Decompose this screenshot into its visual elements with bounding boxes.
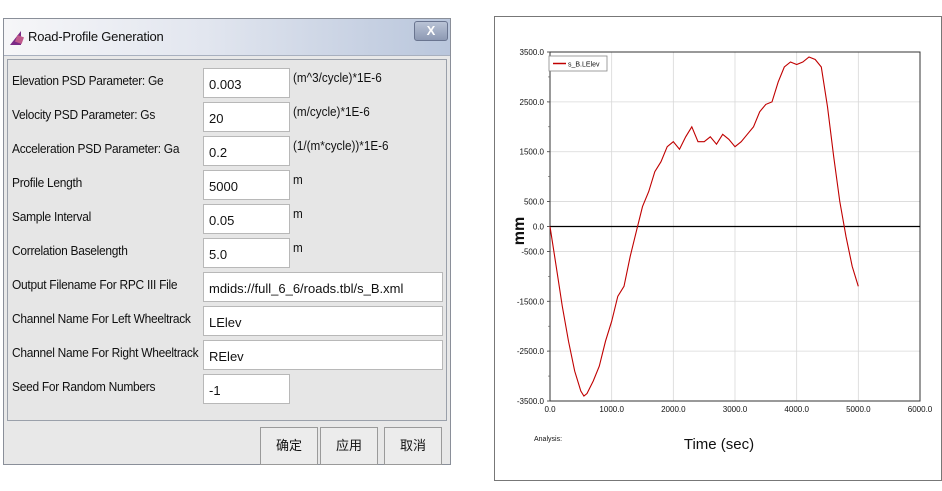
profile-length-input[interactable]: 5000 bbox=[203, 170, 290, 200]
form-row-gs: Velocity PSD Parameter: Gs 20 (m/cycle)*… bbox=[8, 98, 446, 132]
y-tick-label: -2500.0 bbox=[517, 347, 545, 356]
road-profile-dialog: Road-Profile Generation X Elevation PSD … bbox=[3, 18, 451, 465]
form-row-seed: Seed For Random Numbers -1 bbox=[8, 370, 446, 404]
y-tick-label: 0.0 bbox=[533, 223, 545, 232]
ok-button[interactable]: 确定 bbox=[260, 427, 318, 465]
right-channel-input[interactable]: RElev bbox=[203, 340, 443, 370]
dialog-titlebar[interactable]: Road-Profile Generation X bbox=[4, 19, 450, 56]
x-tick-label: 1000.0 bbox=[599, 405, 624, 414]
field-unit: m bbox=[293, 240, 303, 255]
field-label: Channel Name For Right Wheeltrack bbox=[12, 345, 199, 360]
field-label: Sample Interval bbox=[12, 209, 91, 224]
y-tick-label: 1500.0 bbox=[520, 148, 545, 157]
x-axis-label: Time (sec) bbox=[684, 436, 754, 453]
form-row-correlation-baselength: Correlation Baselength 5.0 m bbox=[8, 234, 446, 268]
field-label: Correlation Baselength bbox=[12, 243, 128, 258]
form-row-profile-length: Profile Length 5000 m bbox=[8, 166, 446, 200]
form-row-ge: Elevation PSD Parameter: Ge 0.003 (m^3/c… bbox=[8, 64, 446, 98]
app-icon bbox=[10, 31, 21, 45]
form-row-right-channel: Channel Name For Right Wheeltrack RElev bbox=[8, 336, 446, 370]
field-unit: (m/cycle)*1E-6 bbox=[293, 104, 370, 119]
form-row-left-channel: Channel Name For Left Wheeltrack LElev bbox=[8, 302, 446, 336]
field-unit: (m^3/cycle)*1E-6 bbox=[293, 70, 382, 85]
y-tick-label: -500.0 bbox=[521, 247, 544, 256]
form-panel: Elevation PSD Parameter: Ge 0.003 (m^3/c… bbox=[7, 59, 447, 421]
x-tick-label: 0.0 bbox=[544, 405, 556, 414]
y-axis-label: mm bbox=[511, 217, 528, 245]
legend-label: s_B.LElev bbox=[568, 62, 600, 69]
field-label: Acceleration PSD Parameter: Ga bbox=[12, 141, 180, 156]
x-tick-label: 2000.0 bbox=[661, 405, 686, 414]
form-row-ga: Acceleration PSD Parameter: Ga 0.2 (1/(m… bbox=[8, 132, 446, 166]
road-profile-chart: 0.0 1000.0 2000.0 3000.0 4000.0 5000.0 6000.0 3… bbox=[511, 48, 933, 453]
field-unit: (1/(m*cycle))*1E-6 bbox=[293, 138, 389, 153]
close-button[interactable]: X bbox=[414, 21, 448, 41]
y-tick-label: -1500.0 bbox=[517, 297, 545, 306]
form-row-output-filename: Output Filename For RPC III File mdids:/… bbox=[8, 268, 446, 302]
x-tick-label: 3000.0 bbox=[723, 405, 748, 414]
form-row-sample-interval: Sample Interval 0.05 m bbox=[8, 200, 446, 234]
field-label: Velocity PSD Parameter: Gs bbox=[12, 107, 156, 122]
gs-input[interactable]: 20 bbox=[203, 102, 290, 132]
field-unit: m bbox=[293, 206, 303, 221]
field-label: Seed For Random Numbers bbox=[12, 379, 156, 394]
ge-input[interactable]: 0.003 bbox=[203, 68, 290, 98]
x-tick-label: 6000.0 bbox=[908, 405, 933, 414]
seed-input[interactable]: -1 bbox=[203, 374, 290, 404]
field-label: Profile Length bbox=[12, 175, 82, 190]
left-channel-input[interactable]: LElev bbox=[203, 306, 443, 336]
sample-interval-input[interactable]: 0.05 bbox=[203, 204, 290, 234]
cancel-button[interactable]: 取消 bbox=[384, 427, 442, 465]
y-tick-label: 500.0 bbox=[524, 198, 545, 207]
field-unit: m bbox=[293, 172, 303, 187]
dialog-title: Road-Profile Generation bbox=[28, 29, 164, 44]
field-label: Output Filename For RPC III File bbox=[12, 277, 178, 292]
field-label: Channel Name For Left Wheeltrack bbox=[12, 311, 191, 326]
field-label: Elevation PSD Parameter: Ge bbox=[12, 73, 164, 88]
apply-button[interactable]: 应用 bbox=[320, 427, 378, 465]
y-tick-label: 3500.0 bbox=[520, 48, 545, 57]
y-tick-label: -3500.0 bbox=[517, 397, 545, 406]
x-tick-label: 5000.0 bbox=[846, 405, 871, 414]
ga-input[interactable]: 0.2 bbox=[203, 136, 290, 166]
x-tick-label: 4000.0 bbox=[784, 405, 809, 414]
correlation-baselength-input[interactable]: 5.0 bbox=[203, 238, 290, 268]
y-tick-label: 2500.0 bbox=[520, 98, 545, 107]
chart-legend: s_B.LElev bbox=[548, 55, 608, 72]
analysis-label: Analysis: bbox=[534, 436, 562, 443]
chart-ticks: 0.0 1000.0 2000.0 3000.0 4000.0 5000.0 6000.0 3… bbox=[517, 48, 933, 414]
output-filename-input[interactable]: mdids://full_6_6/roads.tbl/s_B.xml bbox=[203, 272, 443, 302]
